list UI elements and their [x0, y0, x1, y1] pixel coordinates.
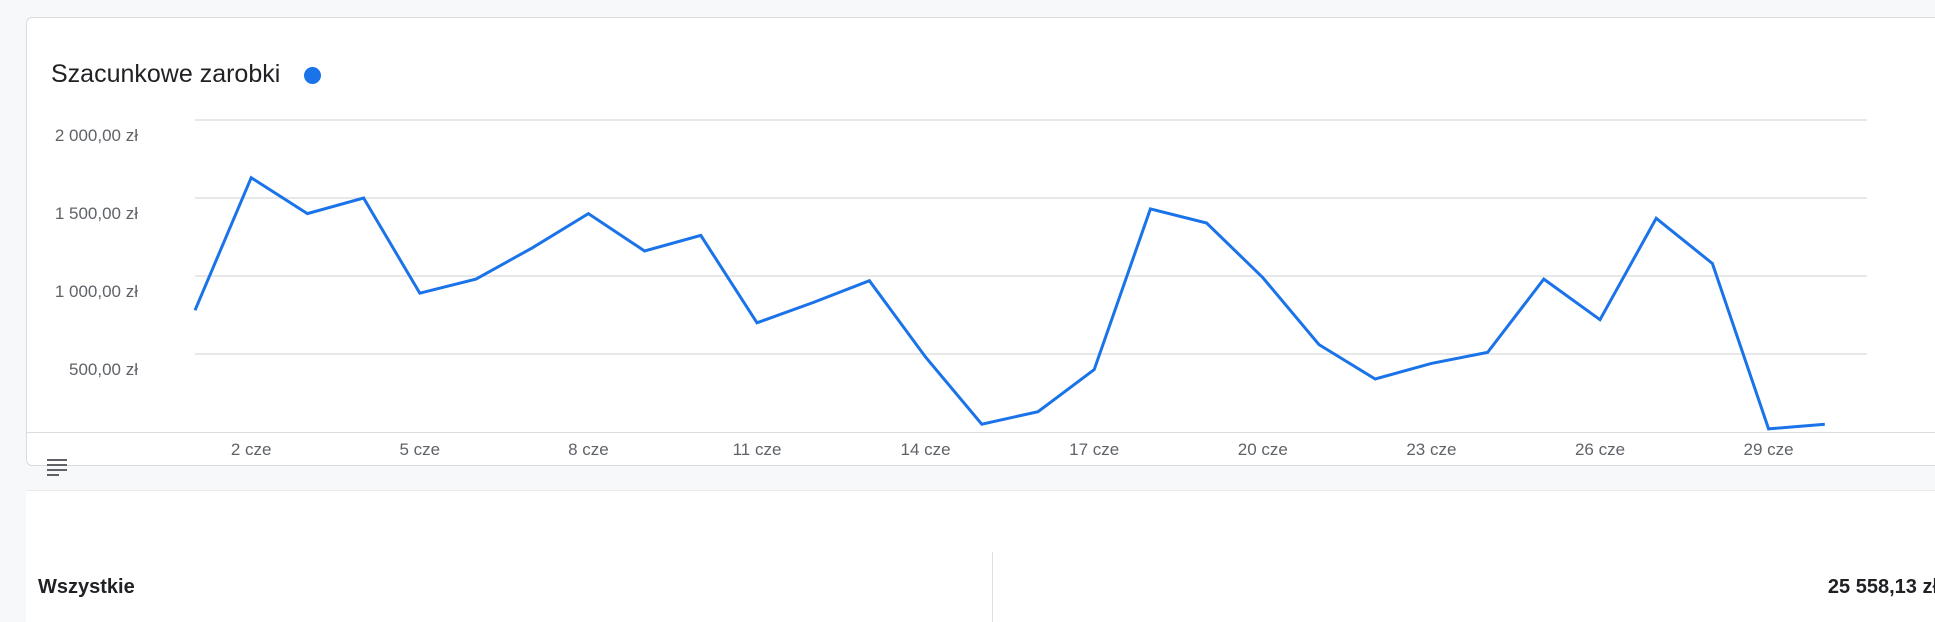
- data-point[interactable]: [1261, 276, 1265, 280]
- data-point[interactable]: [474, 277, 478, 281]
- data-point[interactable]: [586, 212, 590, 216]
- x-tick-label: 29 cze: [1744, 440, 1794, 459]
- data-point[interactable]: [980, 422, 984, 426]
- data-point[interactable]: [1205, 221, 1209, 225]
- data-point[interactable]: [1654, 216, 1658, 220]
- line-chart: 500,00 zł 1 000,00 zł 1 500,00 zł 2 000,00 …: [55, 119, 1867, 459]
- data-point[interactable]: [362, 196, 366, 200]
- data-point[interactable]: [1036, 410, 1040, 414]
- data-point[interactable]: [1598, 318, 1602, 322]
- data-point[interactable]: [867, 279, 871, 283]
- y-tick-label: 1 000,00 zł: [55, 282, 138, 301]
- data-point[interactable]: [1092, 368, 1096, 372]
- data-point[interactable]: [1823, 422, 1827, 426]
- data-point[interactable]: [1767, 427, 1771, 431]
- x-tick-label: 23 cze: [1406, 440, 1456, 459]
- x-tick-label: 20 cze: [1238, 440, 1288, 459]
- data-point[interactable]: [1542, 277, 1546, 281]
- data-point[interactable]: [1148, 207, 1152, 211]
- data-point[interactable]: [755, 321, 759, 325]
- x-tick-label: 2 cze: [231, 440, 272, 459]
- table-spacer: [26, 490, 1935, 553]
- x-tick-label: 17 cze: [1069, 440, 1119, 459]
- summary-value-cell: 25 558,13 zł: [993, 552, 1935, 622]
- table-view-icon[interactable]: [45, 457, 69, 477]
- data-point[interactable]: [418, 291, 422, 295]
- x-tick-label: 26 cze: [1575, 440, 1625, 459]
- data-point[interactable]: [924, 355, 928, 359]
- data-point[interactable]: [811, 301, 815, 305]
- data-point[interactable]: [643, 249, 647, 253]
- earnings-chart-card: Szacunkowe zarobki 500,00 zł 1 000,00 zł 1…: [26, 17, 1935, 476]
- data-point[interactable]: [530, 246, 534, 250]
- earnings-series-line[interactable]: [193, 175, 1825, 431]
- summary-label-cell: Wszystkie: [26, 552, 993, 622]
- x-tick-label: 8 cze: [568, 440, 609, 459]
- data-point[interactable]: [1373, 377, 1377, 381]
- data-point[interactable]: [1710, 262, 1714, 266]
- y-tick-label: 1 500,00 zł: [55, 204, 138, 223]
- summary-value: 25 558,13 zł: [1827, 575, 1935, 598]
- summary-row: Wszystkie 25 558,13 zł: [26, 552, 1935, 622]
- x-tick-label: 5 cze: [399, 440, 440, 459]
- y-tick-label: 2 000,00 zł: [55, 126, 138, 145]
- data-point[interactable]: [1486, 350, 1490, 354]
- data-point[interactable]: [699, 233, 703, 237]
- data-point[interactable]: [1429, 361, 1433, 365]
- data-point[interactable]: [193, 308, 197, 312]
- x-tick-label: 11 cze: [733, 440, 782, 459]
- data-point[interactable]: [249, 176, 253, 180]
- y-tick-label: 500,00 zł: [69, 360, 138, 379]
- chart-divider: [27, 432, 1935, 433]
- data-point[interactable]: [1317, 343, 1321, 347]
- data-point[interactable]: [305, 212, 309, 216]
- x-tick-label: 14 cze: [901, 440, 951, 459]
- summary-label: Wszystkie: [38, 575, 135, 598]
